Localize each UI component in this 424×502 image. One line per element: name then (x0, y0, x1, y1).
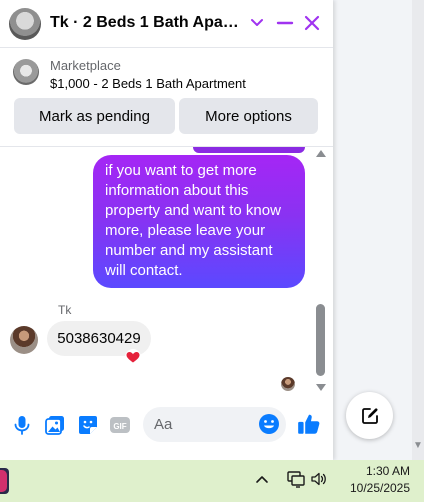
windows-taskbar: 1:30 AM 10/25/2025 (0, 460, 424, 502)
outgoing-message-bubble[interactable]: if you want to get more information abou… (93, 155, 305, 288)
previous-message-bubble (193, 147, 305, 153)
marketplace-label: Marketplace (50, 58, 121, 73)
read-receipt-avatar (281, 377, 295, 391)
mark-as-pending-button[interactable]: Mark as pending (14, 98, 175, 134)
clock-time[interactable]: 1:30 AM (352, 464, 424, 478)
gif-icon[interactable]: GIF (108, 413, 132, 437)
taskbar-app-badge (0, 470, 7, 492)
thumbs-up-icon[interactable] (296, 411, 322, 437)
sender-name: Tk (58, 303, 72, 317)
background-page (333, 0, 424, 462)
compose-icon (361, 407, 378, 424)
more-options-button[interactable]: More options (179, 98, 318, 134)
message-composer: GIF Aa (0, 397, 333, 460)
microphone-icon[interactable] (10, 413, 34, 437)
close-icon[interactable] (303, 14, 321, 32)
minimize-icon[interactable] (276, 14, 294, 32)
chat-title[interactable]: Tk · 2 Beds 1 Bath Apartm... (50, 14, 240, 32)
scroll-up-arrow[interactable] (316, 150, 326, 157)
sender-avatar[interactable] (10, 326, 38, 354)
photo-icon[interactable] (43, 413, 67, 437)
gif-label: GIF (113, 422, 126, 431)
network-icon[interactable] (285, 469, 305, 489)
show-hidden-icons-chevron-icon[interactable] (254, 471, 270, 487)
volume-icon[interactable] (310, 470, 328, 488)
scroll-down-arrow[interactable] (316, 384, 326, 391)
new-message-button[interactable] (346, 392, 393, 439)
clock-date[interactable]: 10/25/2025 (336, 481, 424, 495)
contact-avatar[interactable] (9, 8, 41, 40)
chevron-down-icon[interactable] (250, 14, 264, 32)
emoji-icon[interactable] (258, 413, 280, 435)
messages-scrollbar-thumb[interactable] (316, 304, 325, 376)
listing-title[interactable]: $1,000 - 2 Beds 1 Bath Apartment (50, 76, 246, 91)
page-scroll-down-arrow[interactable]: ▼ (413, 440, 423, 451)
listing-thumbnail[interactable] (13, 59, 39, 85)
page-scrollbar[interactable] (412, 0, 424, 462)
marketplace-listing-panel: Marketplace $1,000 - 2 Beds 1 Bath Apart… (0, 48, 333, 147)
sticker-icon[interactable] (76, 413, 100, 437)
chat-window: Tk · 2 Beds 1 Bath Apartm... Marketplace… (0, 0, 333, 460)
chat-header[interactable]: Tk · 2 Beds 1 Bath Apartm... (0, 0, 333, 48)
heart-reaction-icon[interactable] (124, 349, 142, 365)
